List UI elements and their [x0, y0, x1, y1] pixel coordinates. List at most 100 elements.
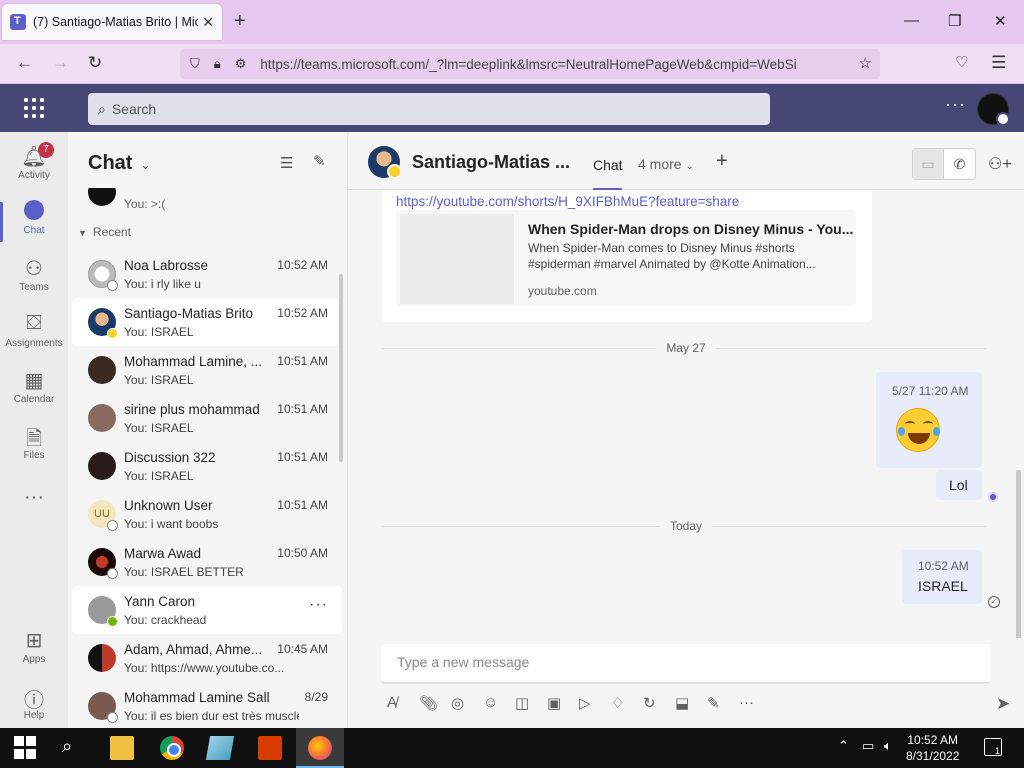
lock-icon[interactable]: 🔒︎: [214, 56, 221, 72]
rail-item-assignments[interactable]: ⛋ Assignments: [0, 306, 68, 362]
add-people-icon[interactable]: ⚇+: [988, 154, 1012, 174]
list-item[interactable]: Santiago-Matias Brito 10:52 AM You: ISRA…: [72, 298, 342, 346]
message-bubble[interactable]: 10:52 AM ISRAEL: [902, 550, 982, 604]
list-item[interactable]: You: >:(: [68, 188, 340, 212]
attach-icon[interactable]: 📎︎: [419, 694, 438, 712]
list-item[interactable]: Adam, Ahmad, Ahme... 10:45 AM You: https…: [72, 634, 342, 682]
chat-list-scrollbar[interactable]: [339, 274, 343, 462]
bookmark-star-icon[interactable]: ☆: [859, 54, 872, 72]
forms-icon[interactable]: ✎: [707, 694, 720, 712]
close-window-button[interactable]: ✕: [994, 12, 1007, 30]
date-divider: May 27: [348, 341, 1024, 355]
rail-item-activity[interactable]: 🔔︎ 7 Activity: [0, 138, 68, 194]
maximize-window-button[interactable]: ❐: [948, 12, 961, 30]
notifications-icon[interactable]: 1: [984, 738, 1002, 756]
compose-box[interactable]: [381, 644, 991, 684]
schedule-meeting-icon[interactable]: ▣: [547, 694, 561, 712]
approvals-icon[interactable]: ⬓: [675, 694, 689, 712]
message-bubble[interactable]: Lol: [936, 470, 982, 500]
forward-button[interactable]: →: [52, 53, 69, 73]
system-clock[interactable]: 10:52 AM 8/31/2022: [906, 732, 959, 764]
message-text: ISRAEL: [918, 578, 968, 594]
rail-item-help[interactable]: ⓘ Help: [0, 678, 68, 734]
loop-icon[interactable]: ◎: [451, 694, 464, 712]
recent-section-header[interactable]: ▼ Recent: [78, 225, 131, 239]
list-item[interactable]: Yann Caron ··· You: crackhead: [72, 586, 342, 634]
menu-icon[interactable]: ☰: [991, 53, 1006, 73]
list-item-preview: You: ISRAEL: [124, 325, 194, 339]
more-options-icon[interactable]: ···: [739, 694, 754, 711]
list-item[interactable]: Marwa Awad 10:50 AM You: ISRAEL BETTER: [72, 538, 342, 586]
list-item[interactable]: UU Unknown User 10:51 AM You: i want boo…: [72, 490, 342, 538]
list-item-preview: You: ISRAEL BETTER: [124, 565, 244, 579]
list-item[interactable]: Discussion 322 10:51 AM You: ISRAEL: [72, 442, 342, 490]
list-item[interactable]: Mohammad Lamine, ... 10:51 AM You: ISRAE…: [72, 346, 342, 394]
windows-start-icon[interactable]: [14, 736, 38, 760]
pocket-icon[interactable]: ♡: [955, 53, 968, 71]
reload-button[interactable]: ↻: [88, 53, 102, 73]
show-hidden-icons[interactable]: ⌃: [838, 738, 849, 754]
search-placeholder[interactable]: Search: [112, 101, 156, 117]
rail-item-chat[interactable]: Chat: [0, 194, 68, 250]
send-icon[interactable]: ➤: [996, 694, 1010, 714]
message-bubble[interactable]: 5/27 11:20 AM: [876, 372, 982, 468]
back-button[interactable]: ←: [16, 53, 33, 73]
close-tab-icon[interactable]: ✕: [202, 14, 214, 31]
format-icon[interactable]: A̸: [387, 694, 397, 711]
chat-list-title[interactable]: Chat ⌄: [88, 152, 151, 175]
minimize-window-button[interactable]: —: [904, 12, 919, 29]
notebook-app-icon[interactable]: [205, 736, 235, 760]
more-options-icon[interactable]: ···: [309, 596, 328, 614]
tab-chat[interactable]: Chat: [593, 157, 623, 173]
list-item[interactable]: Noa Labrosse 10:52 AM You: i rly like u: [72, 250, 342, 298]
address-bar[interactable]: ⛉ 🔒︎ ⚙ https://teams.microsoft.com/_?lm=…: [180, 49, 880, 79]
conversation-title[interactable]: Santiago-Matias ...: [412, 152, 570, 173]
browser-tab-title: (7) Santiago-Matias Brito | Micro: [33, 15, 198, 29]
rail-item-files[interactable]: 🗎︎ Files: [0, 418, 68, 474]
add-tab-button[interactable]: +: [716, 150, 728, 173]
network-icon[interactable]: ▭: [862, 738, 874, 754]
avatar[interactable]: [368, 146, 402, 179]
rail-item-apps[interactable]: ⊞ Apps: [0, 622, 68, 678]
profile-avatar[interactable]: [977, 93, 1010, 126]
browser-tab-teams[interactable]: (7) Santiago-Matias Brito | Micro ✕: [2, 4, 222, 40]
clock-time: 10:52 AM: [907, 733, 959, 747]
chat-list-scroll[interactable]: You: >:( ▼ Recent Noa Labrosse 10:52 AM Y…: [68, 188, 347, 728]
updates-icon[interactable]: ↻: [643, 694, 656, 712]
list-item[interactable]: Mohammad Lamine Sall 8/29 You: il es bie…: [72, 682, 342, 728]
video-call-icon[interactable]: ▭: [913, 149, 945, 179]
stream-icon[interactable]: ▷: [579, 694, 591, 712]
url-text[interactable]: https://teams.microsoft.com/_?lm=deeplin…: [260, 57, 815, 72]
message-list[interactable]: https://youtube.com/shorts/H_9XIFBhMuE?f…: [348, 190, 1024, 638]
filter-icon[interactable]: ☰: [280, 154, 293, 172]
tab-more[interactable]: 4 more ⌄: [638, 156, 694, 172]
search-icon[interactable]: ⌕: [62, 736, 86, 760]
permissions-icon[interactable]: ⚙: [235, 56, 247, 72]
chat-title-text: Chat: [88, 152, 133, 174]
browser-tab-bar: (7) Santiago-Matias Brito | Micro ✕ + — …: [0, 0, 1024, 44]
search-box[interactable]: ⌕ Search: [88, 93, 770, 125]
rail-more-apps-button[interactable]: ···: [0, 480, 68, 536]
new-tab-button[interactable]: +: [234, 10, 246, 33]
firefox-taskbar-button[interactable]: [296, 728, 344, 768]
file-explorer-icon[interactable]: [110, 736, 134, 760]
shield-icon[interactable]: ⛉: [190, 56, 200, 72]
new-chat-icon[interactable]: ✎: [313, 152, 326, 170]
conversation-scrollbar[interactable]: [1016, 470, 1021, 638]
praise-icon[interactable]: ♢: [611, 694, 624, 712]
rail-item-teams[interactable]: ⚇ Teams: [0, 250, 68, 306]
list-item[interactable]: sirine plus mohammad 10:51 AM You: ISRAE…: [72, 394, 342, 442]
settings-more-icon[interactable]: ···: [945, 94, 966, 115]
chrome-icon[interactable]: [160, 736, 184, 760]
list-item-time: 8/29: [304, 690, 328, 704]
audio-call-icon[interactable]: ✆: [944, 149, 975, 179]
volume-icon[interactable]: 🔈︎: [884, 738, 892, 754]
message-link[interactable]: https://youtube.com/shorts/H_9XIFBhMuE?f…: [396, 194, 739, 209]
link-preview[interactable]: When Spider-Man drops on Disney Minus - …: [396, 210, 856, 306]
rail-item-calendar[interactable]: ▦ Calendar: [0, 362, 68, 418]
message-input[interactable]: [397, 654, 957, 670]
app-launcher-icon[interactable]: [24, 98, 44, 118]
office-icon[interactable]: [258, 736, 282, 760]
sticker-icon[interactable]: ◫: [515, 694, 529, 712]
emoji-icon[interactable]: ☺: [483, 694, 498, 711]
